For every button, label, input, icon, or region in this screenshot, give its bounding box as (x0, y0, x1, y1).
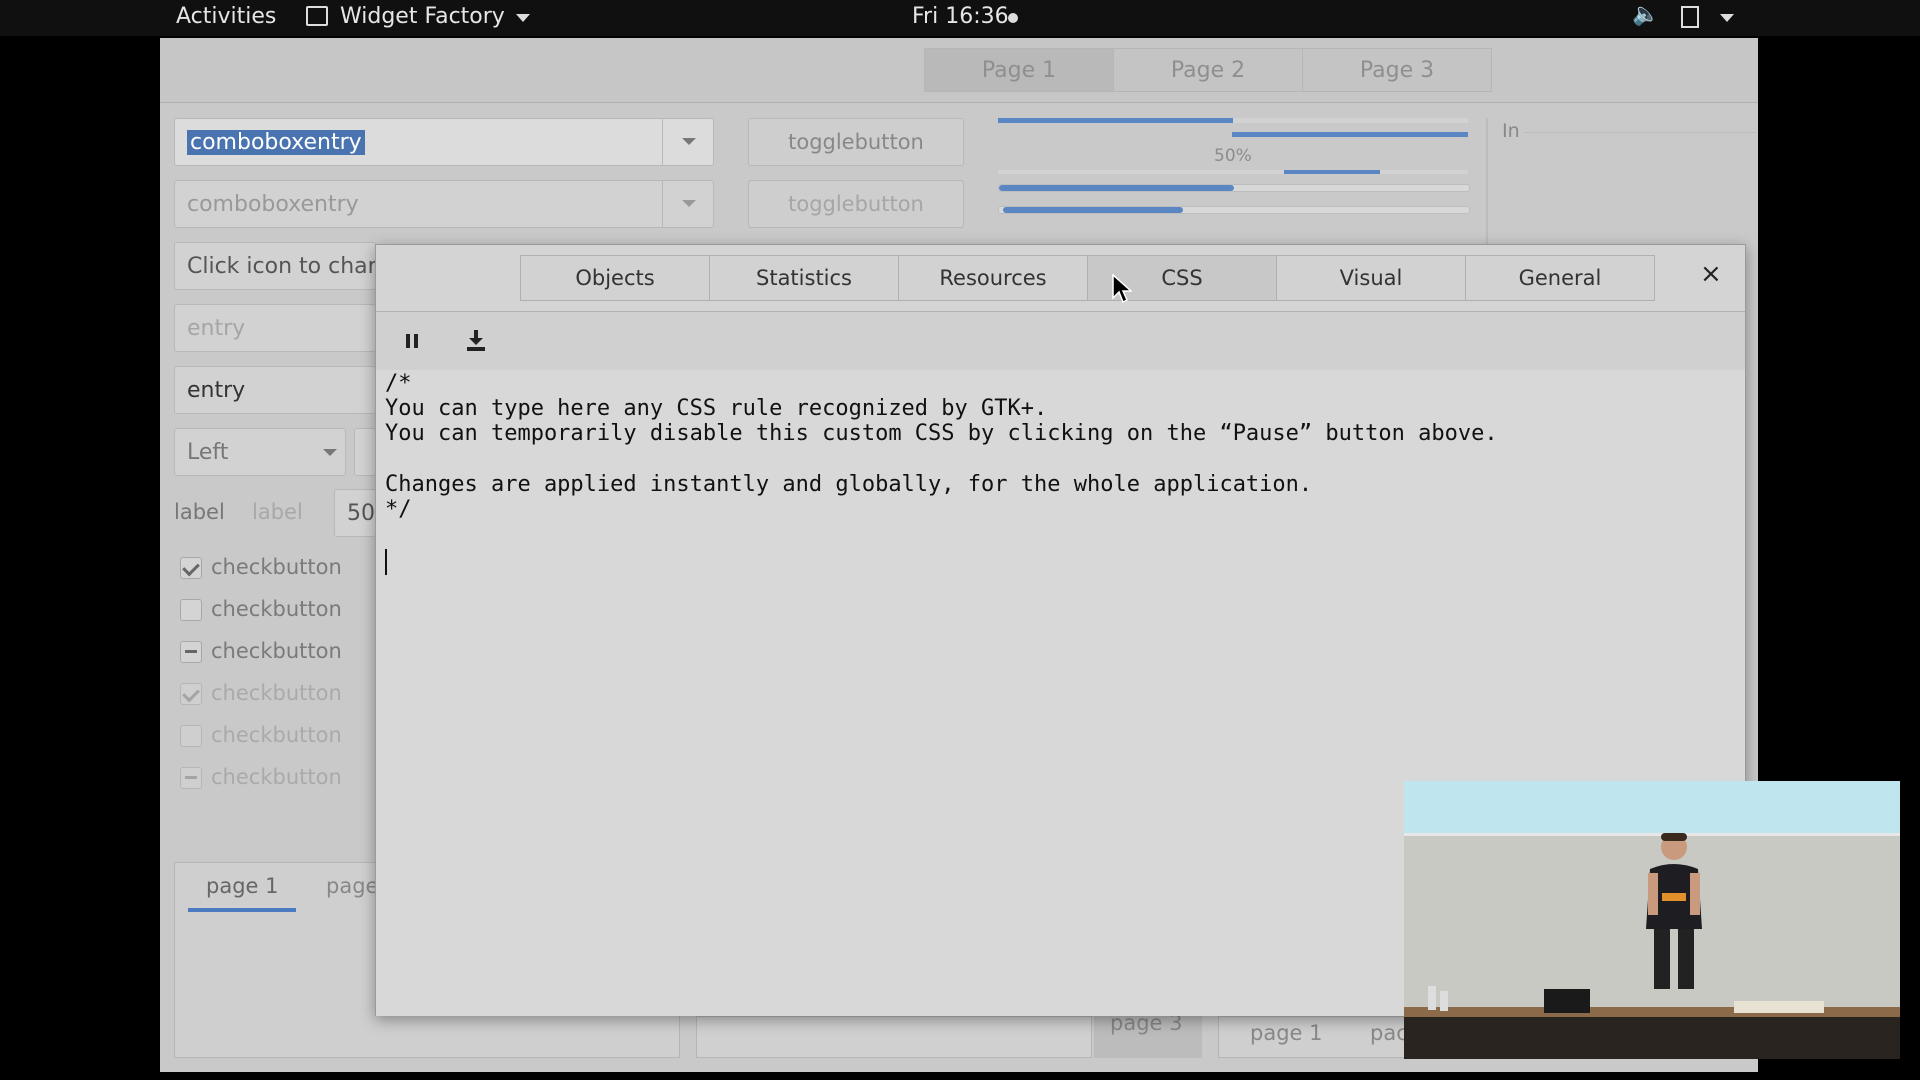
page1-tab[interactable]: Page 1 (924, 48, 1114, 92)
progress-bar-1-fill (999, 185, 1234, 191)
checkbox-checked-disabled (180, 683, 202, 705)
combo2-text: comboboxentry (187, 191, 359, 217)
checkbutton-label-1: checkbutton (211, 555, 342, 579)
left-combobox[interactable]: Left (174, 428, 346, 476)
progress-bar-2-fill (1003, 207, 1183, 213)
right-combobox-edge[interactable] (354, 428, 376, 476)
speaker-video-inset (1404, 781, 1900, 1059)
close-icon[interactable]: × (1700, 259, 1722, 289)
icon-entry-text: Click icon to chang (187, 253, 376, 279)
checkbox-checked[interactable] (180, 557, 202, 579)
notebook-3-tab-page2[interactable]: pac (1370, 1021, 1408, 1045)
frame-top-line (1524, 132, 1756, 133)
tab-general[interactable]: General (1465, 255, 1655, 301)
checkbutton-label-4: checkbutton (211, 681, 342, 705)
code-line-6: */ (385, 497, 412, 522)
checkbox-unchecked[interactable] (180, 599, 202, 621)
level-bar-2-fill (1232, 132, 1468, 137)
text-cursor (385, 549, 387, 575)
combo2-dropdown-icon[interactable] (662, 180, 714, 228)
entry-placeholder-text: entry (187, 315, 246, 341)
activities-button[interactable]: Activities (176, 4, 276, 29)
app-menu-chevron-icon (516, 14, 530, 22)
checkbutton-label-5: checkbutton (211, 723, 342, 747)
notebook-tab-page2[interactable]: page (326, 874, 378, 898)
progress-bar-1 (998, 184, 1470, 192)
volume-muted-icon[interactable]: 🔈 (1632, 2, 1659, 27)
spin-button[interactable]: 50 (334, 489, 376, 537)
left-combo-chevron-icon (323, 449, 337, 456)
progress-label: 50% (1214, 146, 1252, 166)
app-menu-icon (306, 6, 328, 26)
combo1-dropdown-icon[interactable] (662, 118, 714, 166)
save-icon[interactable] (466, 330, 486, 352)
checkbutton-label-6: checkbutton (211, 765, 342, 789)
entry-placeholder-field[interactable]: entry (174, 304, 376, 352)
code-line-1: /* (385, 371, 412, 396)
mouse-pointer-icon (1112, 274, 1132, 304)
tab-objects[interactable]: Objects (520, 255, 710, 301)
tab-statistics[interactable]: Statistics (709, 255, 899, 301)
togglebutton-1[interactable]: togglebutton (748, 118, 964, 166)
entry-text: entry (187, 377, 246, 403)
code-line-2: You can type here any CSS rule recognize… (385, 396, 1048, 421)
tab-resources[interactable]: Resources (898, 255, 1088, 301)
clock[interactable]: Fri 16:36 (912, 4, 1009, 29)
progress-bar-pulse (998, 170, 1468, 174)
inspector-headerbar: Objects Statistics Resources CSS Visual … (376, 245, 1745, 312)
checkbox-unchecked-disabled (180, 725, 202, 747)
css-toolbar (376, 312, 1745, 370)
battery-icon[interactable] (1681, 6, 1699, 28)
checkbox-indeterminate-disabled (180, 767, 202, 789)
page2-tab[interactable]: Page 2 (1113, 48, 1303, 92)
checkbox-indeterminate[interactable] (180, 641, 202, 663)
combobox-entry-2[interactable]: comboboxentry (174, 180, 714, 228)
level-bar-1-fill (998, 118, 1233, 123)
notebook-2 (696, 1016, 1092, 1058)
combobox-entry-1[interactable]: comboboxentry (174, 118, 714, 166)
frame-label: In (1502, 120, 1520, 142)
notification-dot-icon (1008, 13, 1018, 23)
app-menu[interactable]: Widget Factory (340, 4, 505, 29)
frame-divider (1486, 118, 1488, 258)
spin-value: 50 (347, 500, 375, 526)
tab-visual[interactable]: Visual (1276, 255, 1466, 301)
label-2: label (252, 500, 303, 524)
level-bar-1 (998, 118, 1468, 123)
togglebutton-2[interactable]: togglebutton (748, 180, 964, 228)
code-line-3: You can temporarily disable this custom … (385, 421, 1498, 446)
pause-icon[interactable] (406, 334, 420, 348)
notebook-tab-page1[interactable]: page 1 (206, 874, 279, 898)
top-bar: Activities Widget Factory Fri 16:36 🔈 (0, 0, 1920, 36)
icon-entry[interactable]: Click icon to chang (174, 242, 376, 290)
left-combo-text: Left (187, 439, 229, 465)
combo1-selected-text: comboboxentry (187, 129, 365, 155)
notebook-3-tab-page1[interactable]: page 1 (1250, 1021, 1323, 1045)
system-menu-chevron-icon[interactable] (1720, 14, 1734, 22)
checkbutton-label-3: checkbutton (211, 639, 342, 663)
progress-bar-2 (998, 206, 1470, 214)
entry-field[interactable]: entry (174, 366, 376, 414)
checkbutton-label-2: checkbutton (211, 597, 342, 621)
notebook-tab-underline (188, 908, 296, 912)
code-line-5: Changes are applied instantly and global… (385, 472, 1313, 497)
label-1: label (174, 500, 225, 524)
page3-tab[interactable]: Page 3 (1302, 48, 1492, 92)
